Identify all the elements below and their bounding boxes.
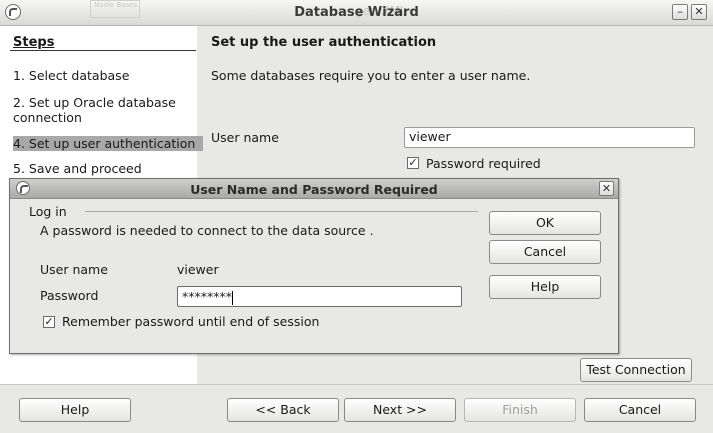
password-label: Password xyxy=(40,288,99,303)
password-value: ******** xyxy=(182,289,232,304)
back-button[interactable]: << Back xyxy=(227,398,339,422)
finish-button[interactable]: Finish xyxy=(464,398,576,422)
dialog-user-name-value: viewer xyxy=(177,262,219,277)
footer-separator xyxy=(0,384,713,385)
login-group-label: Log in xyxy=(29,204,67,219)
remember-password-label: Remember password until end of session xyxy=(62,314,320,329)
help-button[interactable]: Help xyxy=(19,398,131,422)
login-group-divider xyxy=(85,211,478,212)
test-connection-button[interactable]: Test Connection xyxy=(580,358,692,382)
step-select-database[interactable]: 1. Select database xyxy=(13,68,129,83)
step-oracle-connection[interactable]: 2. Set up Oracle database connection xyxy=(13,95,183,125)
dialog-user-name-label: User name xyxy=(40,262,108,277)
user-name-input[interactable]: viewer xyxy=(404,127,695,148)
window-title: Database Wizard xyxy=(294,5,419,20)
step-save-proceed[interactable]: 5. Save and proceed xyxy=(13,161,142,176)
next-button[interactable]: Next >> xyxy=(344,398,456,422)
step-user-authentication[interactable]: 4. Set up user authentication xyxy=(13,136,204,151)
close-icon[interactable]: ✕ xyxy=(691,4,707,20)
dialog-cancel-button[interactable]: Cancel xyxy=(489,240,601,264)
user-name-label: User name xyxy=(211,130,279,145)
dialog-help-button[interactable]: Help xyxy=(489,275,601,299)
password-input[interactable]: ******** xyxy=(177,286,462,307)
minimize-icon[interactable]: – xyxy=(672,4,688,20)
steps-header: Steps xyxy=(13,35,55,50)
text-cursor xyxy=(232,290,233,305)
page-title: Set up the user authentication xyxy=(211,35,437,50)
dialog-close-icon[interactable]: ✕ xyxy=(599,181,614,196)
login-message: A password is needed to connect to the d… xyxy=(40,223,374,238)
password-required-checkbox[interactable]: ✓ xyxy=(407,157,419,169)
login-dialog: User Name and Password Required ✕ Log in… xyxy=(9,178,619,354)
remember-password-checkbox[interactable]: ✓ xyxy=(43,316,55,328)
password-required-label: Password required xyxy=(426,156,541,171)
cancel-button[interactable]: Cancel xyxy=(584,398,696,422)
dialog-title: User Name and Password Required xyxy=(190,182,438,197)
dialog-ok-button[interactable]: OK xyxy=(489,211,601,235)
steps-divider xyxy=(10,50,196,51)
page-description: Some databases require you to enter a us… xyxy=(211,68,531,83)
